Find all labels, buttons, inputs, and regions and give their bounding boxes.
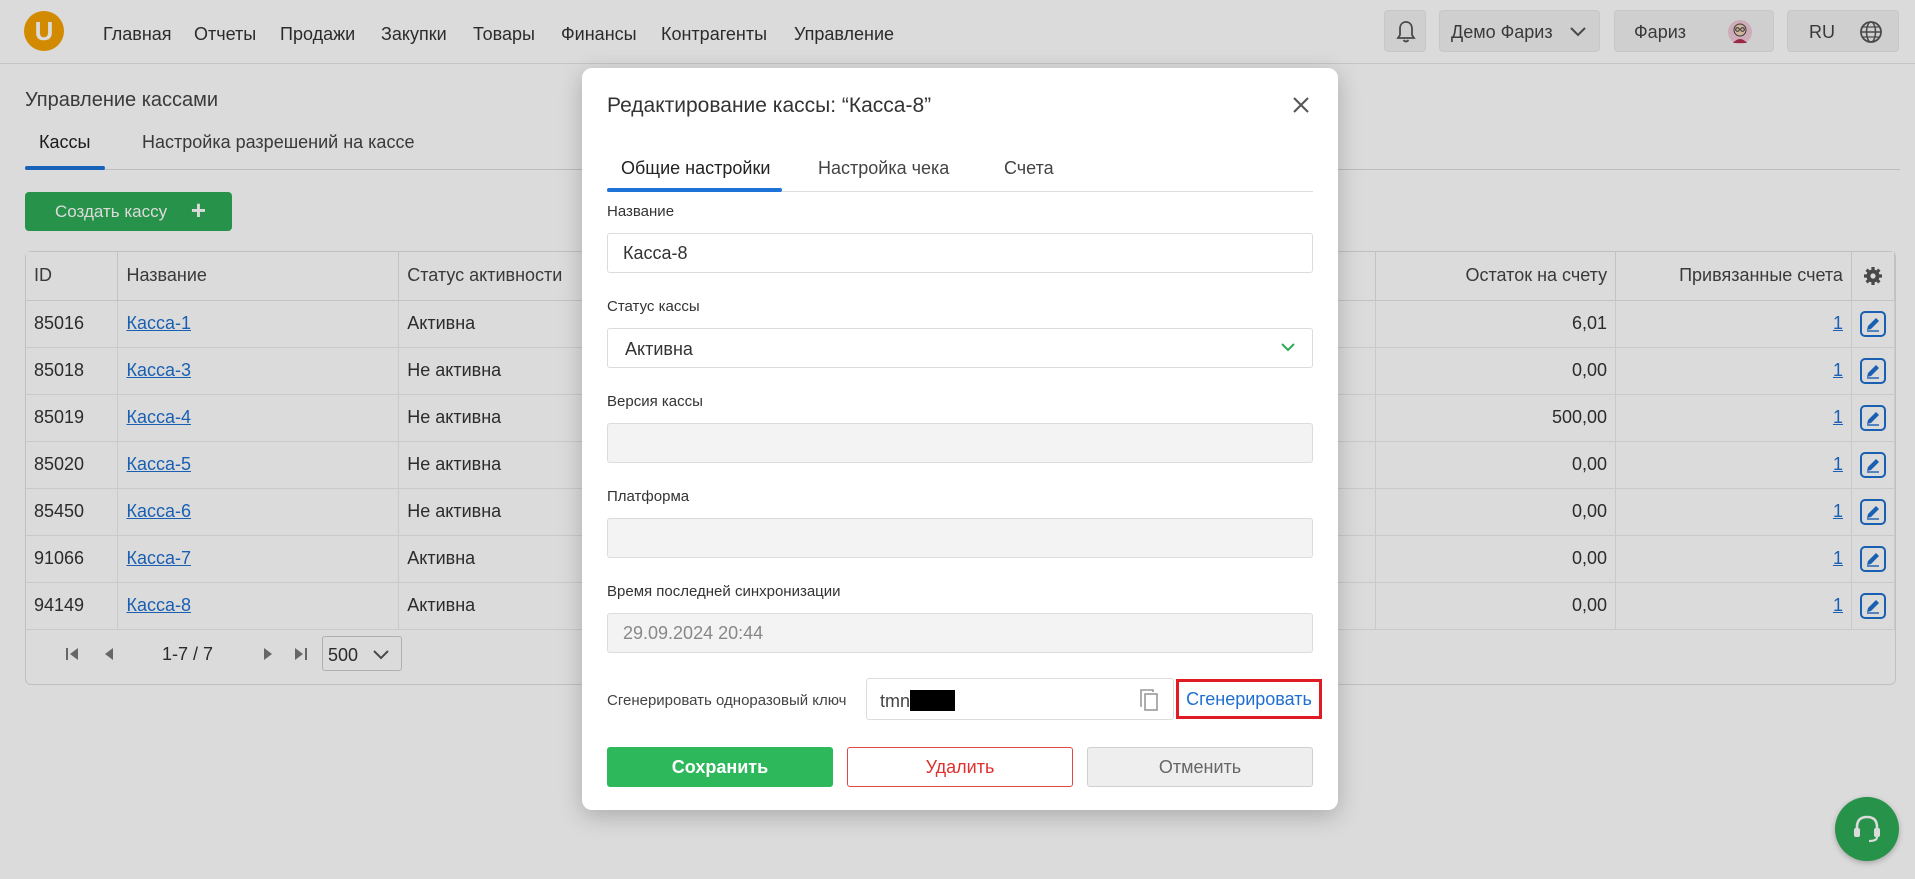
copy-icon[interactable] [1139,688,1159,712]
generate-key-button[interactable]: Сгенерировать [1176,679,1322,719]
one-time-key-field[interactable]: tmn [866,678,1174,720]
tab-general-settings[interactable]: Общие настройки [621,158,770,179]
version-field [607,423,1313,463]
cancel-button[interactable]: Отменить [1087,747,1313,787]
dialog-tabs: Общие настройки Настройка чека Счета [607,142,1313,192]
tab-accounts[interactable]: Счета [1004,158,1054,179]
tab-receipt-settings[interactable]: Настройка чека [818,158,949,179]
redacted-key-block [910,690,956,711]
one-time-key-label: Сгенерировать одноразовый ключ [607,692,847,709]
last-sync-field [607,613,1313,653]
version-label: Версия кассы [607,393,703,410]
platform-field [607,518,1313,558]
name-label: Название [607,203,675,220]
last-sync-label: Время последней синхронизации [607,583,841,600]
dialog-tab-active-indicator [607,188,782,192]
edit-register-dialog: Редактирование кассы: “Касса-8” Общие на… [582,68,1338,810]
delete-button[interactable]: Удалить [847,747,1073,787]
status-selected-value: Активна [625,339,693,359]
status-label: Статус кассы [607,298,700,315]
save-button[interactable]: Сохранить [607,747,833,787]
one-time-key-value: tmn [880,691,911,711]
close-icon[interactable] [1290,94,1312,116]
status-select[interactable]: Активна [607,328,1313,368]
platform-label: Платформа [607,488,690,505]
dialog-title: Редактирование кассы: “Касса-8” [607,94,932,117]
chevron-down-icon [1281,343,1295,352]
name-field[interactable] [607,233,1313,273]
